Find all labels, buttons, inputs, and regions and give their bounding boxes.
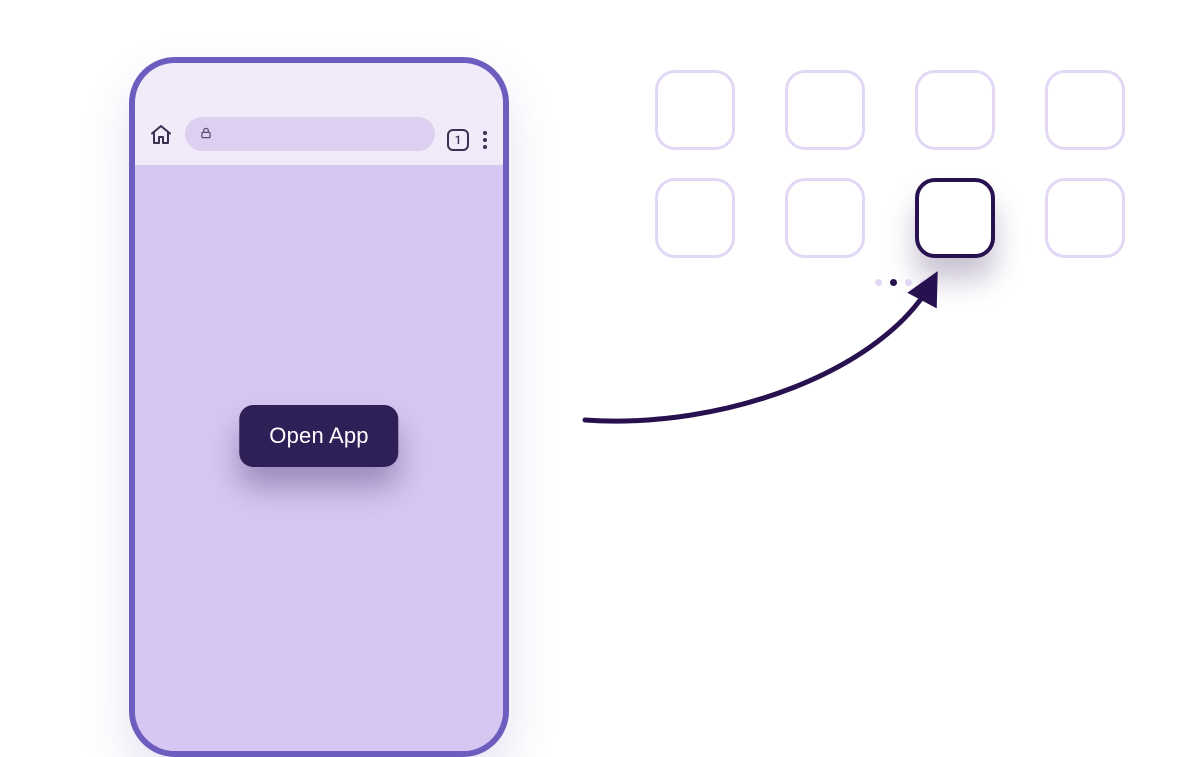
flow-arrow-icon [575,230,975,450]
home-icon[interactable] [149,123,173,151]
app-icon-placeholder[interactable] [655,70,735,150]
app-icon-placeholder[interactable] [785,70,865,150]
tabs-count-icon[interactable]: 1 [447,129,469,151]
webpage-body: Open App [135,165,503,751]
app-icon-placeholder[interactable] [1045,70,1125,150]
page-dot[interactable] [920,279,927,286]
home-screen-app-grid [655,70,1125,258]
url-bar[interactable] [185,117,435,151]
browser-toolbar: 1 [135,63,503,165]
page-dot-active[interactable] [890,279,897,286]
app-icon-placeholder[interactable] [1045,178,1125,258]
page-dot[interactable] [905,279,912,286]
page-indicator [875,279,927,286]
app-icon-placeholder[interactable] [785,178,865,258]
lock-icon [199,125,213,144]
overflow-menu-icon[interactable] [481,129,489,151]
tabs-count-value: 1 [455,133,462,147]
app-icon-placeholder[interactable] [915,70,995,150]
app-icon-target[interactable] [915,178,995,258]
open-app-button[interactable]: Open App [239,405,398,467]
app-icon-placeholder[interactable] [655,178,735,258]
phone-mockup: 1 Open App [129,57,509,757]
page-dot[interactable] [875,279,882,286]
